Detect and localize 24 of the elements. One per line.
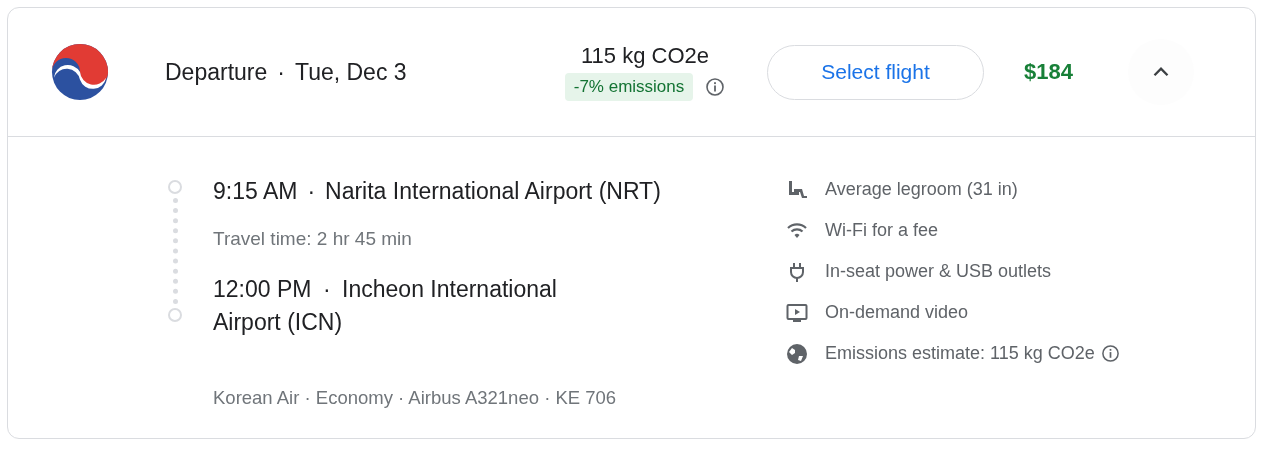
departure-time: 9:15 AM: [213, 178, 298, 204]
amenity-label: On-demand video: [825, 302, 969, 323]
amenity-label: Wi-Fi for a fee: [825, 220, 939, 241]
flight-date: Tue, Dec 3: [294, 58, 407, 86]
select-flight-button[interactable]: Select flight: [767, 44, 984, 100]
departure-marker: [168, 180, 182, 194]
amenity-label: In-seat power & USB outlets: [825, 261, 1052, 282]
separator-dot: ·: [277, 58, 285, 86]
info-icon[interactable]: [1100, 344, 1120, 363]
travel-time: Travel time: 2 hr 45 min: [213, 228, 413, 250]
globe-icon: [785, 341, 809, 366]
flight-details: Korean Air · Economy · Airbus A321neo · KE 706: [213, 387, 617, 408]
separator-dot: ·: [307, 178, 316, 204]
airline-logo: [51, 43, 109, 101]
emissions-amount: 115 kg CO2e: [581, 43, 709, 69]
flight-direction: Departure: [165, 58, 268, 86]
departure-airport: Narita International Airport (NRT): [325, 178, 661, 204]
amenity-label: Emissions estimate: 115 kg CO2e: [825, 343, 1095, 364]
info-icon[interactable]: [705, 77, 726, 97]
amenity-label: Average legroom (31 in): [825, 179, 1018, 200]
arrival-marker: [168, 308, 182, 322]
arrival-info: 12:00 PM · Incheon International Airport (ICN): [213, 275, 558, 337]
emissions-badge: -7% emissions: [564, 73, 694, 101]
price: $184: [1024, 59, 1074, 85]
